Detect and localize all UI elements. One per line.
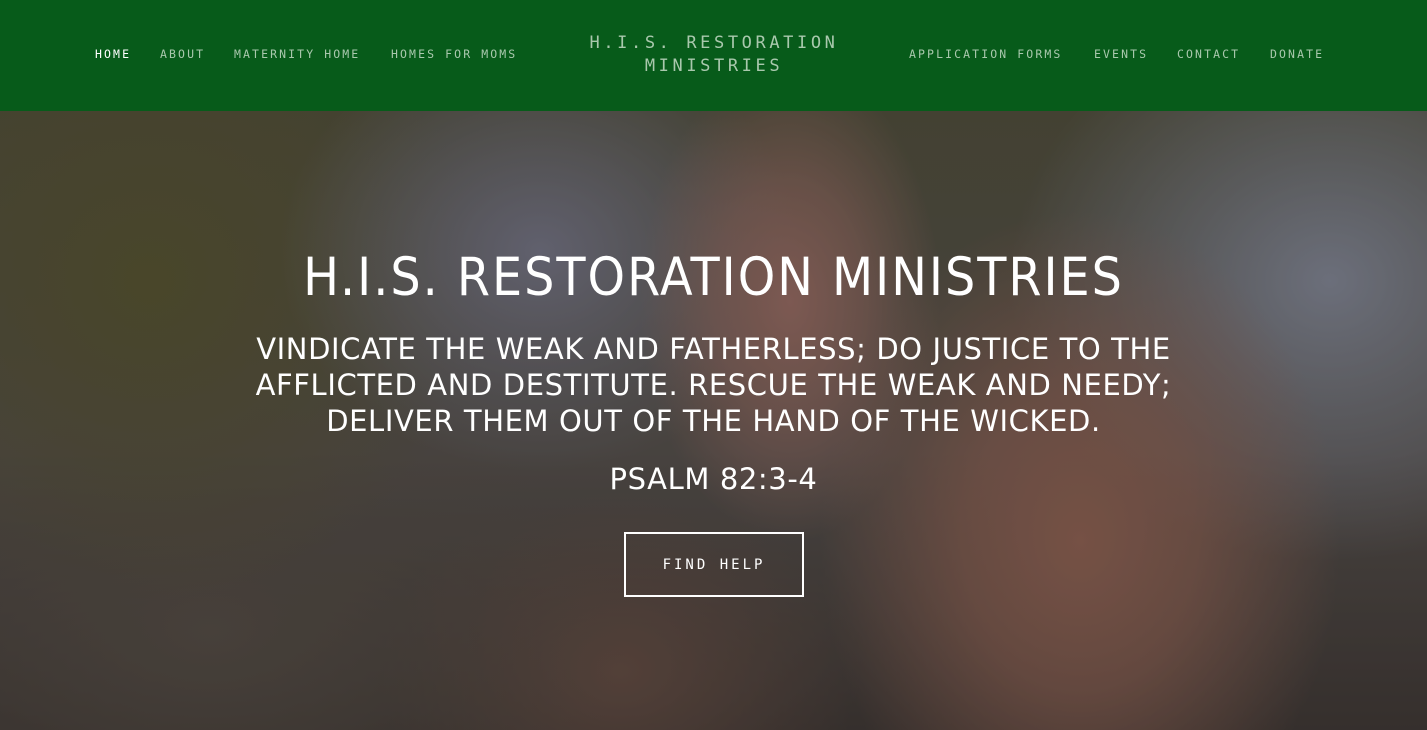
- nav-application-forms[interactable]: APPLICATION FORMS: [909, 47, 1062, 61]
- nav-donate[interactable]: DONATE: [1270, 47, 1324, 61]
- hero-banner: H.I.S. RESTORATION MINISTRIES VINDICATE …: [0, 111, 1427, 730]
- nav-maternity-home[interactable]: MATERNITY HOME: [234, 47, 360, 61]
- nav-contact[interactable]: CONTACT: [1177, 47, 1240, 61]
- hero-verse: VINDICATE THE WEAK AND FATHERLESS; DO JU…: [255, 332, 1172, 438]
- nav-home[interactable]: HOME: [95, 47, 131, 61]
- hero-content: H.I.S. RESTORATION MINISTRIES VINDICATE …: [0, 111, 1427, 730]
- nav-about[interactable]: ABOUT: [160, 47, 205, 61]
- find-help-button[interactable]: FIND HELP: [624, 532, 804, 597]
- hero-scripture-reference: PSALM 82:3-4: [609, 462, 818, 496]
- site-title-logo[interactable]: H.I.S. RESTORATION MINISTRIES: [564, 32, 864, 78]
- nav-homes-for-moms[interactable]: HOMES FOR MOMS: [391, 47, 517, 61]
- nav-events[interactable]: EVENTS: [1094, 47, 1148, 61]
- site-header: HOME ABOUT MATERNITY HOME HOMES FOR MOMS…: [0, 0, 1427, 111]
- hero-title: H.I.S. RESTORATION MINISTRIES: [303, 247, 1124, 308]
